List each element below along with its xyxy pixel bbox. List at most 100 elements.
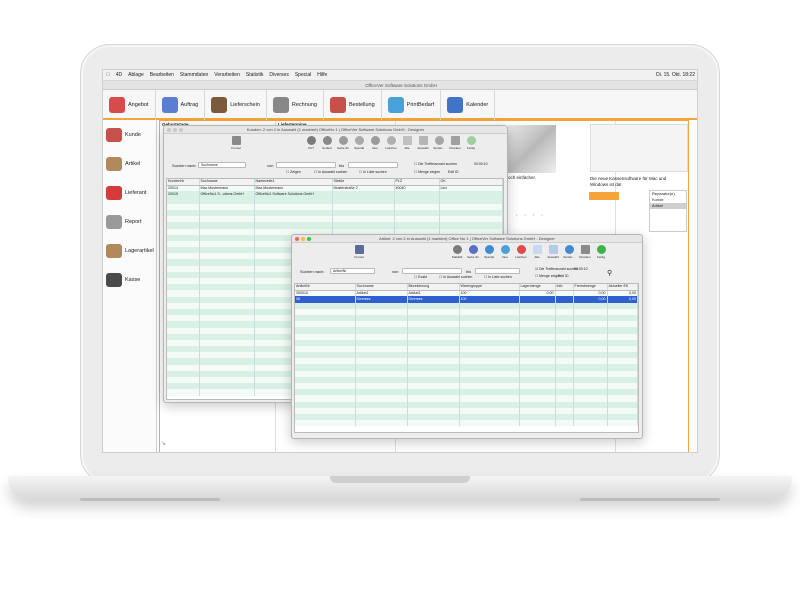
zoom-button[interactable]	[179, 128, 183, 132]
toolbar-kalender-button[interactable]: Kalender	[441, 90, 496, 120]
toolbar-lieferschein-button[interactable]: Lieferschein	[205, 90, 267, 120]
search-label: Suchen nach:	[300, 269, 325, 274]
nav-report[interactable]: Report	[103, 207, 156, 236]
to-input[interactable]	[475, 268, 520, 274]
vct-button[interactable]: VCT	[304, 136, 318, 150]
quick-list-item-selected[interactable]: Artikel	[650, 203, 686, 209]
resize-grip-icon[interactable]: ↘	[161, 440, 166, 447]
statistik-button[interactable]: Statistik	[450, 245, 464, 259]
menu-statistik[interactable]: Statistik	[243, 70, 267, 80]
from-label: von	[267, 163, 274, 168]
neu-button[interactable]: Neu	[368, 136, 382, 150]
alle-button[interactable]: Alle	[400, 136, 414, 150]
laptop-hinge	[330, 476, 470, 483]
liste-checkbox[interactable]: ☐ In Liste suchen	[359, 170, 387, 174]
carousel-dots[interactable]: • • • •	[516, 212, 546, 217]
edit-id-label: Edit ID	[558, 274, 569, 278]
toolbar-label: Angebot	[128, 102, 149, 108]
gehezu-icon	[468, 245, 478, 254]
drucken-button[interactable]: Drucken	[448, 136, 462, 150]
spezial-button[interactable]: Spezial	[482, 245, 496, 259]
menge-checkbox[interactable]: ☐ Menge zeigen	[414, 170, 440, 174]
from-input[interactable]	[276, 162, 336, 168]
artikel-toolbar: Formel	[352, 245, 366, 259]
menubar-clock[interactable]: Di. 15. Okt. 18:22	[656, 70, 697, 80]
toolbar-printbedarf-button[interactable]: PrintBedarf	[382, 90, 442, 120]
spezial-icon	[484, 245, 494, 254]
fertig-button[interactable]: Fertig	[464, 136, 478, 150]
toolbar-rechnung-button[interactable]: Rechnung	[267, 90, 324, 120]
search-icon[interactable]: ⚲	[607, 269, 612, 277]
button-label: Spezial	[484, 255, 494, 259]
auswahl-button[interactable]: Auswahl	[416, 136, 430, 150]
trefferanzahl-checkbox[interactable]: ☑ Die Trefferanzahl suchen	[535, 267, 578, 271]
button-label: Spezial	[354, 146, 364, 150]
zeigen-checkbox[interactable]: ☐ Zeigen	[286, 170, 301, 174]
button-label: Fertig	[597, 255, 605, 259]
promo-image-card-terminal	[508, 125, 556, 173]
menu-4d[interactable]: 4D	[113, 70, 125, 80]
menu-ablage[interactable]: Ablage	[125, 70, 147, 80]
nav-kunde[interactable]: Kunde	[103, 120, 156, 149]
search-field-select[interactable]: Suchname	[198, 162, 246, 168]
toolbar-label: Bestellung	[348, 102, 375, 108]
nav-lagerartikel[interactable]: Lagerartikel	[103, 236, 156, 265]
sortieren-button[interactable]: Sortier...	[562, 245, 576, 259]
button-label: Sortier...	[433, 146, 445, 150]
gehezu-button[interactable]: Gehe Zu	[336, 136, 350, 150]
zoom-button[interactable]	[307, 237, 311, 241]
menu-verarbeiten[interactable]: Verarbeiten	[211, 70, 243, 80]
menu-hilfe[interactable]: Hilfe	[314, 70, 330, 80]
loeschen-button[interactable]: Löschen	[514, 245, 528, 259]
gehezu-button[interactable]: Gehe Zu	[466, 245, 480, 259]
menu-bearbeiten[interactable]: Bearbeiten	[147, 70, 177, 80]
toolbar-label: Auftrag	[180, 102, 199, 108]
lieferant-icon	[106, 185, 122, 200]
loeschen-button[interactable]: Löschen	[384, 136, 398, 150]
toolbar-auftrag-button[interactable]: Auftrag	[156, 90, 206, 120]
empty-cell	[199, 389, 255, 396]
auswahl-checkbox[interactable]: ☐ In Auswahl suchen	[439, 275, 472, 279]
menu-special[interactable]: Special	[292, 70, 314, 80]
drucken-button[interactable]: Drucken	[578, 245, 592, 259]
from-input[interactable]	[402, 268, 462, 274]
exakt-checkbox[interactable]: ☐ Exakt	[414, 275, 427, 279]
to-input[interactable]	[348, 162, 398, 168]
formel-button[interactable]: Formel	[352, 245, 366, 259]
time-field: 00:00:10	[574, 267, 588, 271]
artikel-icon	[106, 156, 122, 171]
apple-menu-icon[interactable]: 	[103, 70, 113, 80]
formel-icon	[354, 245, 364, 254]
toolbar-angebot-button[interactable]: Angebot	[103, 90, 156, 120]
menu-stammdaten[interactable]: Stammdaten	[177, 70, 211, 80]
nav-artikel[interactable]: Artikel	[103, 149, 156, 178]
trefferanzahl-checkbox[interactable]: ☐ Die Trefferanzahl suchen	[414, 162, 457, 166]
spezial-button[interactable]: Spezial	[352, 136, 366, 150]
laptop-foot-left	[80, 498, 220, 501]
spezial-icon	[354, 136, 364, 145]
app-title: OfficeVer Software Solutions GmbH	[103, 81, 697, 90]
auswahl-checkbox[interactable]: ☐ In Auswahl suchen	[314, 170, 347, 174]
liste-checkbox[interactable]: ☐ In Liste suchen	[484, 275, 512, 279]
formel-button[interactable]: Formel	[229, 136, 243, 150]
menu-diverses[interactable]: Diverses	[266, 70, 291, 80]
neu-button[interactable]: Neu	[498, 245, 512, 259]
minimize-button[interactable]	[173, 128, 177, 132]
nav-lieferant[interactable]: Lieferant	[103, 178, 156, 207]
sortiert-button[interactable]: Sortiert	[320, 136, 334, 150]
auswahl-button[interactable]: Auswahl	[546, 245, 560, 259]
minimize-button[interactable]	[301, 237, 305, 241]
close-button[interactable]	[167, 128, 171, 132]
promo-more-button[interactable]	[589, 192, 619, 200]
button-label: Auswahl	[417, 146, 429, 150]
fertig-button[interactable]: Fertig	[594, 245, 608, 259]
toolbar-bestellung-button[interactable]: Bestellung	[324, 90, 382, 120]
nav-kasse[interactable]: Kasse	[103, 265, 156, 294]
button-label: Sortier...	[563, 255, 575, 259]
alle-button[interactable]: Alle	[530, 245, 544, 259]
search-field-select[interactable]: ArtikelNr	[330, 268, 375, 274]
promo-text: och einfacher.	[508, 175, 537, 180]
printer-icon	[450, 136, 460, 145]
close-button[interactable]	[295, 237, 299, 241]
sortieren-button[interactable]: Sortier...	[432, 136, 446, 150]
